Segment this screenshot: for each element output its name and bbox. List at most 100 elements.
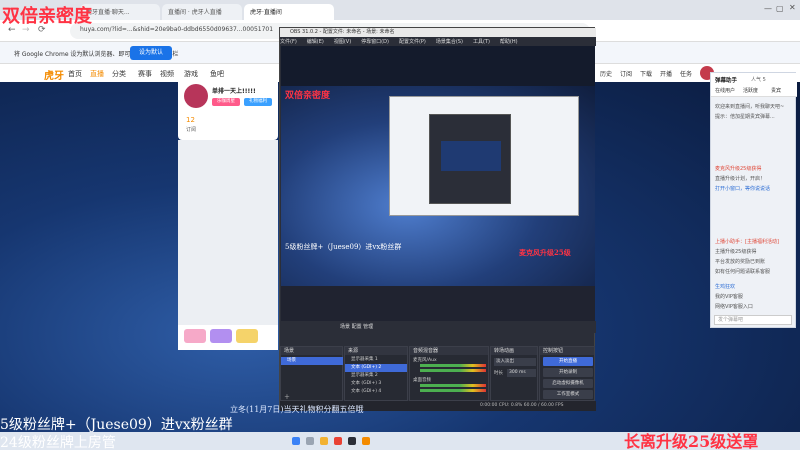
nav-start-broadcast[interactable]: 开播 xyxy=(660,69,672,78)
controls-title: 控制按钮 xyxy=(540,347,594,355)
browser-tab-active[interactable]: 虎牙·直播间 xyxy=(244,4,334,20)
chat-tab-vip[interactable]: 贵宾 xyxy=(771,87,781,94)
chat-message: 我的VIP客服 xyxy=(715,294,743,300)
mixer-track-label: 麦克风/Aux xyxy=(413,358,437,363)
nav-live[interactable]: 直播 xyxy=(90,69,104,79)
obs-icon[interactable] xyxy=(348,437,356,445)
scene-item[interactable]: 场景 xyxy=(281,357,343,365)
audio-mixer-title: 音频混音器 xyxy=(410,347,488,355)
virtual-camera-button[interactable]: 启动虚拟摄像机 xyxy=(543,379,593,388)
studio-mode-button[interactable]: 工作室模式 xyxy=(543,390,593,399)
preview-overlay-text: 5级粉丝牌+（Juese09）进vx粉丝群 xyxy=(285,243,402,251)
streamer-bottom-bar xyxy=(178,325,278,350)
nav-home[interactable]: 首页 xyxy=(68,69,82,79)
obs-menu-scene-collection[interactable]: 场景集合(S) xyxy=(436,39,463,45)
site-logo[interactable]: 虎牙 xyxy=(44,67,64,82)
chat-message: 平台发放的奖励已到账 xyxy=(715,259,766,265)
duration-label: 时长 xyxy=(494,371,503,376)
start-streaming-button[interactable]: 开始直播 xyxy=(543,357,593,366)
chat-message: 欢迎来到直播间，听我聊天吧~ xyxy=(715,104,785,110)
streamer-tag: 礼物福利 xyxy=(244,98,272,106)
overlay-banner: 立冬(11月7日)当天礼物积分翻五倍哦 xyxy=(230,405,364,414)
source-item[interactable]: 文本 (GDI+) 2 xyxy=(345,364,407,372)
nav-tasks[interactable]: 任务 xyxy=(680,69,692,78)
chat-message: 直播升级计划，开启！ xyxy=(715,176,766,182)
overlay-bottom-left-2: 24级粉丝牌上房管 xyxy=(0,435,116,450)
obs-menu-tools[interactable]: 工具(T) xyxy=(473,39,490,45)
transitions-title: 转场动画 xyxy=(491,347,537,355)
chat-message: 上播小助手：[主播福利活动] xyxy=(715,239,779,245)
obs-preview-bottom xyxy=(281,286,595,321)
duration-input[interactable]: 300 ms xyxy=(507,369,536,377)
obs-menu-file[interactable]: 文件(F) xyxy=(280,39,297,45)
chat-input[interactable]: 发个弹幕吧 xyxy=(714,315,792,325)
overlay-bottom-right: 长离升级25级送罩 xyxy=(624,432,759,450)
chat-message: 打开小窗口，等你说说话 xyxy=(715,186,771,192)
chat-header: 弹幕助手 人气 5 在线用户 活跃度 贵宾 xyxy=(711,73,797,97)
source-item[interactable]: 文本 (GDI+) 4 xyxy=(345,388,407,396)
obs-menu-docks[interactable]: 停靠窗口(D) xyxy=(361,39,389,45)
overlay-bottom-left-1: 5级粉丝牌+（Juese09）进vx粉丝群 xyxy=(0,417,233,433)
gift-icon[interactable] xyxy=(236,329,258,343)
chat-message: 提示：倍加星期贵宾弹幕... xyxy=(715,114,775,120)
obs-menu-profile[interactable]: 配置文件(P) xyxy=(399,39,426,45)
sources-dock-title: 来源 xyxy=(345,347,407,355)
nav-history[interactable]: 历史 xyxy=(600,69,612,78)
obs-menu-bar: 文件(F) 编辑(E) 视图(V) 停靠窗口(D) 配置文件(P) 场景集合(S) 工具(T… xyxy=(280,37,596,46)
transition-select[interactable]: 淡入淡出 xyxy=(494,358,536,366)
follow-label[interactable]: 订阅 xyxy=(186,126,196,133)
streamer-name: 单排一天上!!!!! xyxy=(212,88,256,95)
preview-watermark: 双倍亲密度 xyxy=(285,91,331,101)
scenes-dock-title: 场景 xyxy=(281,347,342,355)
obs-menu-view[interactable]: 视图(V) xyxy=(334,39,351,45)
start-icon[interactable] xyxy=(292,437,300,445)
source-item[interactable]: 显示器采集 1 xyxy=(345,356,407,364)
maximize-icon[interactable]: ▢ xyxy=(776,4,784,13)
streamer-card: 单排一天上!!!!! 乐咖周星 礼物福利 12 订阅 xyxy=(178,78,278,140)
chrome-icon[interactable] xyxy=(334,437,342,445)
obs-window: OBS 31.0.2 - 配置文件: 未命名 - 场景: 未命名 文件(F) 编辑… xyxy=(279,27,596,411)
sources-dock: 来源 显示器采集 1 文本 (GDI+) 2 显示器采集 2 文本 (GDI+)… xyxy=(344,346,408,401)
close-icon[interactable]: ✕ xyxy=(789,3,796,12)
add-scene-icon[interactable]: ＋ xyxy=(284,392,290,401)
gift-icon[interactable] xyxy=(184,329,206,343)
streamer-avatar[interactable] xyxy=(184,84,208,108)
nav-subscribe[interactable]: 订阅 xyxy=(620,69,632,78)
controls-dock: 控制按钮 开始直播 开始录制 启动虚拟摄像机 工作室模式 xyxy=(539,346,595,401)
set-default-button[interactable]: 设为默认 xyxy=(130,46,172,60)
browser-tab[interactable]: 虎牙直播·聊天... xyxy=(80,4,160,20)
chat-panel: 弹幕助手 人气 5 在线用户 活跃度 贵宾 欢迎来到直播间，听我聊天吧~ 提示：… xyxy=(710,72,797,328)
start-recording-button[interactable]: 开始录制 xyxy=(543,368,593,377)
source-item[interactable]: 显示器采集 2 xyxy=(345,372,407,380)
audio-meter xyxy=(420,369,486,372)
streamer-tag: 乐咖周星 xyxy=(212,98,240,106)
chat-message: 网络VIP客服入口 xyxy=(715,304,753,310)
nav-video[interactable]: 视频 xyxy=(160,69,174,79)
preview-nested-canvas xyxy=(441,141,501,171)
minimize-icon[interactable]: — xyxy=(764,4,772,13)
obs-preview[interactable]: 双倍亲密度 5级粉丝牌+（Juese09）进vx粉丝群 麦克风升级25级 xyxy=(281,86,595,286)
folder-icon[interactable] xyxy=(320,437,328,445)
chat-tab-activity[interactable]: 活跃度 xyxy=(743,87,758,94)
audio-meter xyxy=(420,384,486,387)
audio-mixer-dock: 音频混音器 麦克风/Aux 桌面音频 xyxy=(409,346,489,401)
chat-tab-online[interactable]: 在线用户 xyxy=(715,87,735,94)
browser-tab[interactable]: 直播间 · 虎牙人直播 xyxy=(162,4,242,20)
source-item[interactable]: 文本 (GDI+) 3 xyxy=(345,380,407,388)
nav-download[interactable]: 下载 xyxy=(640,69,652,78)
browser-tab-bar: 虎牙直播·聊天... 直播间 · 虎牙人直播 虎牙·直播间 — ▢ ✕ xyxy=(0,0,800,20)
follow-count: 12 xyxy=(186,116,195,124)
audio-meter xyxy=(420,364,486,367)
gift-icon[interactable] xyxy=(210,329,232,343)
nav-matches[interactable]: 赛事 xyxy=(138,69,152,79)
stream-area-left xyxy=(178,140,278,325)
overlay-top-left: 双倍亲密度 xyxy=(2,6,92,27)
obs-menu-help[interactable]: 帮助(H) xyxy=(500,39,518,45)
obs-title-bar: OBS 31.0.2 - 配置文件: 未命名 - 场景: 未命名 xyxy=(280,28,596,37)
huya-icon[interactable] xyxy=(362,437,370,445)
chat-title: 弹幕助手 xyxy=(715,78,738,84)
scenes-dock: 场景 场景 ＋ xyxy=(280,346,343,401)
obs-menu-edit[interactable]: 编辑(E) xyxy=(307,39,324,45)
nav-category[interactable]: 分类 xyxy=(112,69,126,79)
search-icon[interactable] xyxy=(306,437,314,445)
